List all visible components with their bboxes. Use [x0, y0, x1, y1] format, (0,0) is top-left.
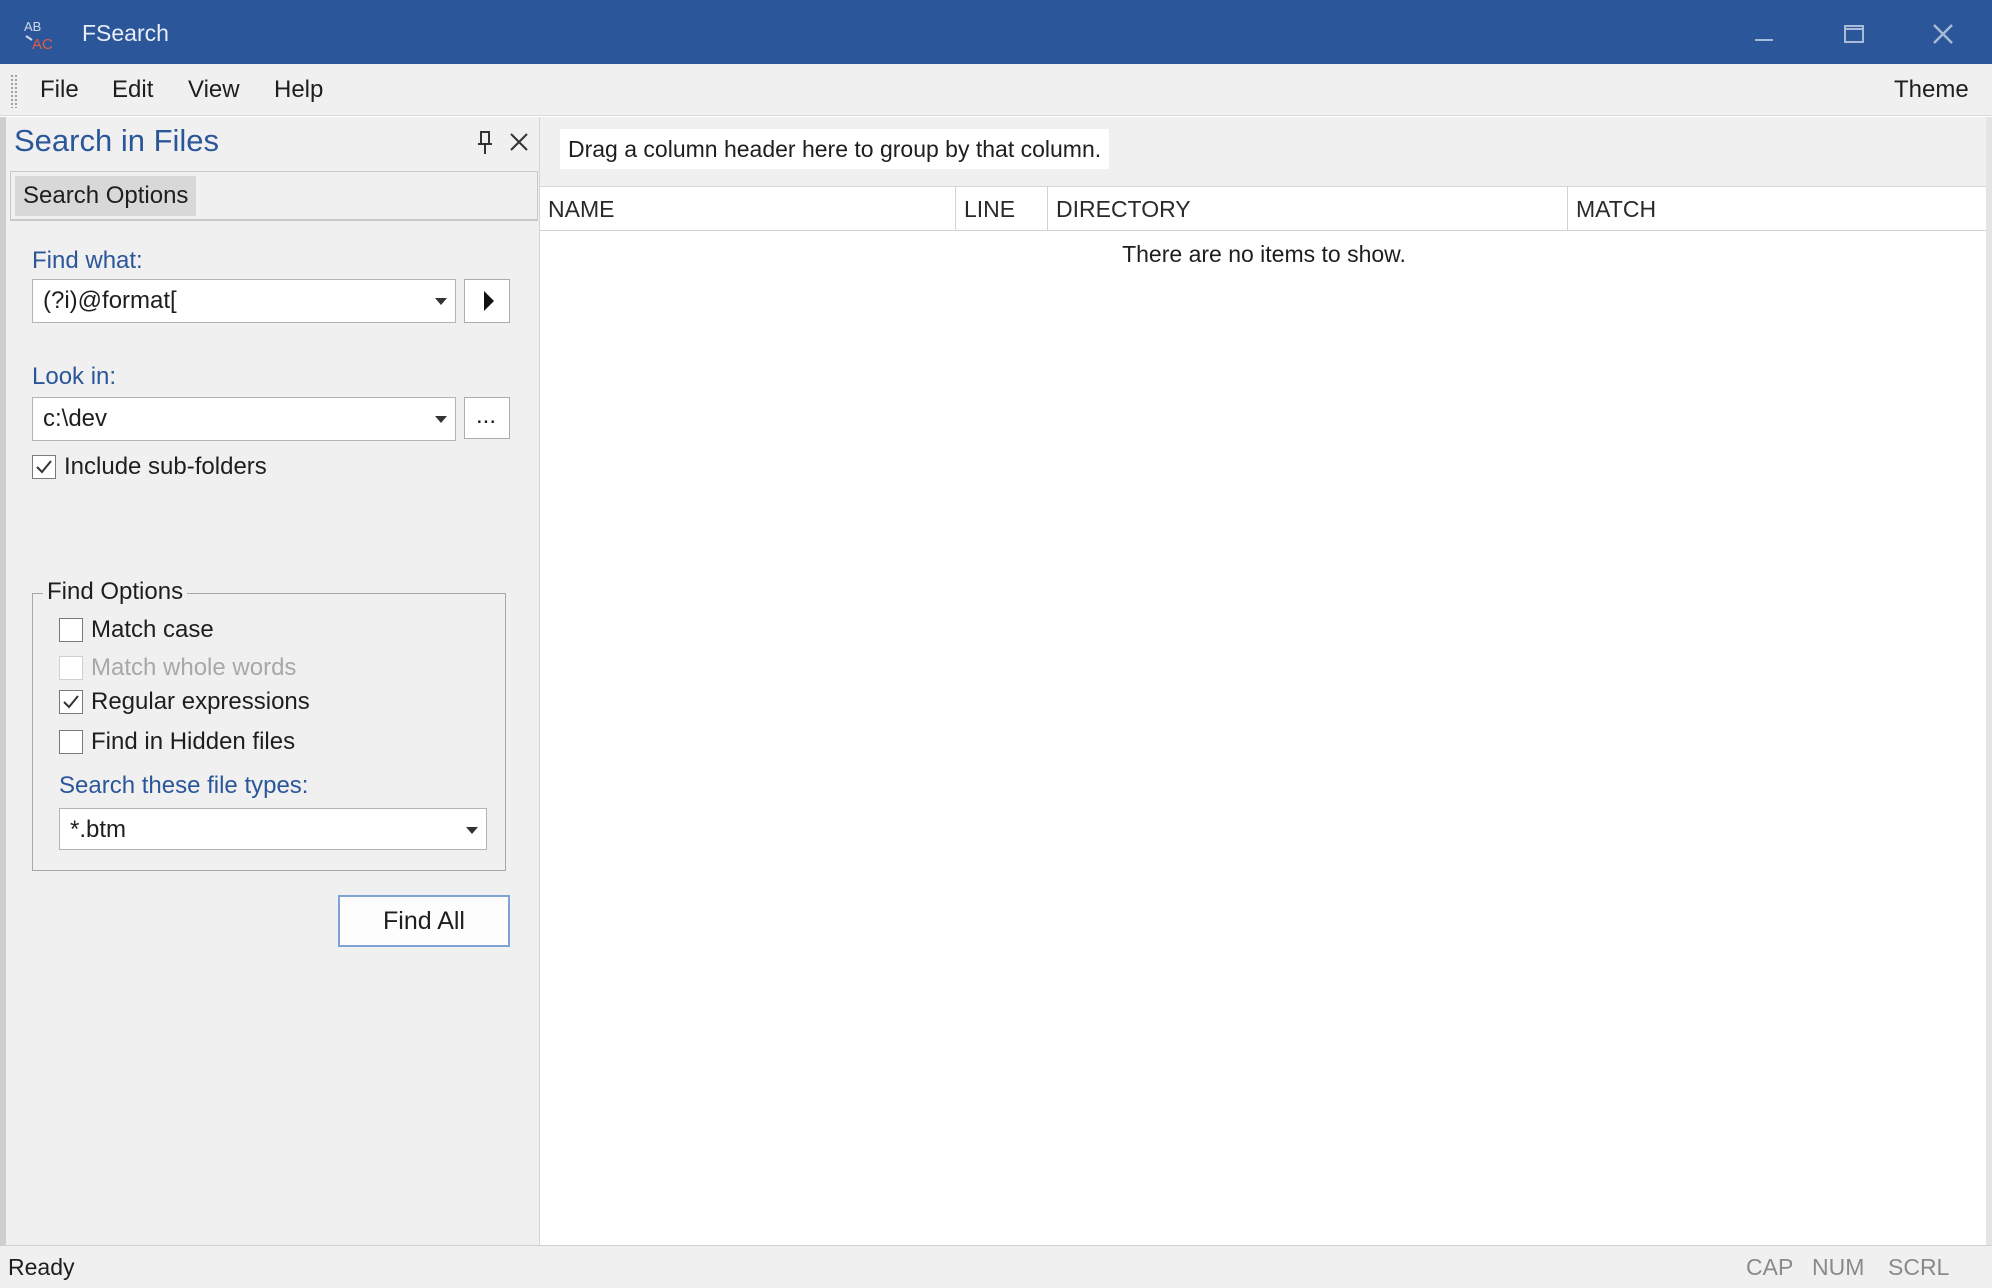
pane-close-icon[interactable]: [506, 129, 532, 155]
empty-list-message: There are no items to show.: [1122, 241, 1406, 267]
maximize-button[interactable]: [1808, 8, 1898, 60]
find-all-button[interactable]: Find All: [338, 895, 510, 947]
checkbox-box: [59, 618, 83, 642]
find-what-value: (?i)@format[: [43, 287, 177, 314]
minimize-icon: [1755, 39, 1773, 41]
find-what-label: Find what:: [32, 247, 143, 274]
checkbox-box: [59, 730, 83, 754]
column-header-match[interactable]: MATCH: [1568, 187, 1986, 231]
checkbox-box: [32, 455, 56, 479]
app-logo-icon: AB AC: [22, 16, 60, 54]
file-types-label: Search these file types:: [59, 772, 309, 799]
title-bar: AB AC FSearch: [0, 0, 1992, 64]
group-by-area[interactable]: Drag a column header here to group by th…: [540, 117, 1992, 187]
find-options-group: Find Options Match case Match whole word…: [32, 578, 506, 871]
svg-text:AB: AB: [24, 19, 41, 34]
results-pane: Drag a column header here to group by th…: [540, 117, 1992, 1245]
column-header-directory[interactable]: DIRECTORY: [1048, 187, 1568, 231]
close-icon: [1933, 24, 1953, 44]
browse-folder-button[interactable]: ...: [464, 397, 510, 439]
search-pane: Search in Files Search Options Find what…: [0, 117, 540, 1245]
menu-file[interactable]: File: [40, 76, 79, 104]
group-by-hint: Drag a column header here to group by th…: [560, 129, 1110, 169]
file-types-combo[interactable]: *.btm: [59, 808, 487, 850]
column-header-row: NAME LINE DIRECTORY MATCH: [540, 187, 1988, 231]
scroll-lock-indicator: SCRL: [1888, 1254, 1950, 1280]
menu-bar: File Edit View Help Theme: [0, 64, 1992, 116]
pin-icon[interactable]: [476, 129, 496, 157]
status-text: Ready: [8, 1254, 75, 1280]
regular-expressions-label: Regular expressions: [91, 688, 310, 715]
menu-view[interactable]: View: [188, 76, 240, 104]
play-icon: [484, 291, 494, 311]
tab-search-options[interactable]: Search Options: [15, 176, 197, 216]
num-lock-indicator: NUM: [1812, 1254, 1865, 1280]
svg-text:AC: AC: [32, 36, 53, 53]
menu-grip-handle[interactable]: [10, 74, 18, 108]
column-header-line[interactable]: LINE: [956, 187, 1048, 231]
find-options-legend: Find Options: [43, 578, 188, 606]
match-case-label: Match case: [91, 616, 214, 643]
caps-lock-indicator: CAP: [1746, 1254, 1794, 1280]
check-icon: [63, 695, 79, 709]
regex-helper-button[interactable]: [464, 279, 510, 323]
include-subfolders-label: Include sub-folders: [64, 453, 267, 480]
check-icon: [36, 460, 52, 474]
find-what-combo[interactable]: (?i)@format[: [32, 279, 456, 323]
browse-folder-label: ...: [476, 402, 497, 429]
chevron-down-icon: [466, 827, 478, 834]
pane-title: Search in Files: [14, 123, 220, 158]
pane-splitter[interactable]: [1986, 117, 1992, 1245]
minimize-button[interactable]: [1718, 8, 1808, 60]
checkbox-box: [59, 690, 83, 714]
look-in-label: Look in:: [32, 363, 117, 390]
window-title: FSearch: [82, 20, 169, 46]
status-bar: Ready CAP NUM SCRL: [0, 1245, 1992, 1288]
chevron-down-icon: [435, 298, 447, 305]
file-types-value: *.btm: [70, 816, 127, 843]
find-hidden-files-label: Find in Hidden files: [91, 728, 296, 755]
close-button[interactable]: [1898, 8, 1988, 60]
menu-theme[interactable]: Theme: [1894, 76, 1969, 104]
look-in-combo[interactable]: c:\dev: [32, 397, 456, 441]
match-whole-words-label: Match whole words: [91, 654, 297, 681]
chevron-down-icon: [435, 416, 447, 423]
checkbox-box: [59, 656, 83, 680]
tab-strip: Search Options: [10, 171, 538, 221]
menu-edit[interactable]: Edit: [112, 76, 153, 104]
column-header-name[interactable]: NAME: [540, 187, 956, 231]
maximize-icon: [1844, 25, 1864, 43]
menu-help[interactable]: Help: [274, 76, 323, 104]
look-in-value: c:\dev: [43, 405, 108, 432]
